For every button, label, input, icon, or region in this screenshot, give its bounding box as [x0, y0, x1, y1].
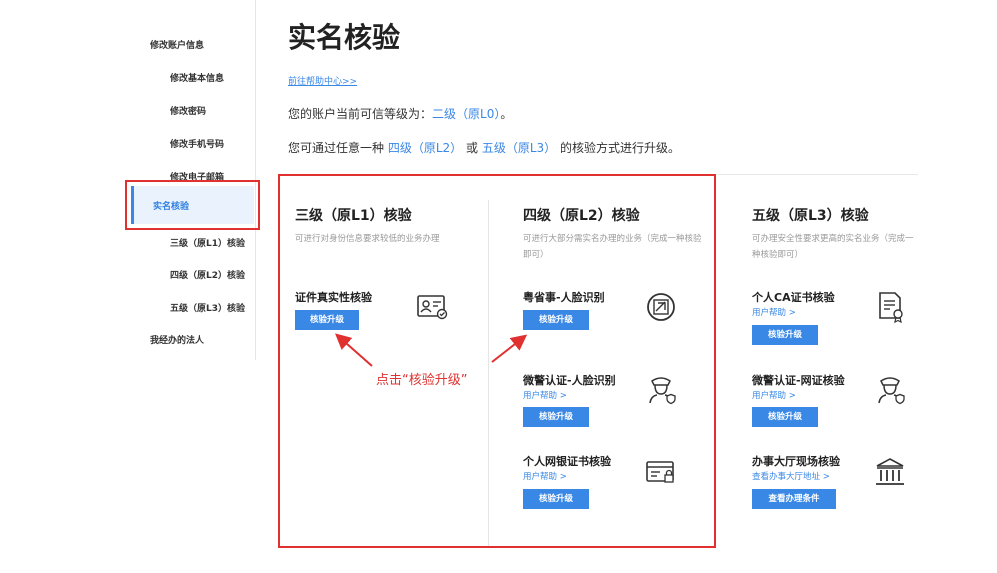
- l1-desc: 可进行对身份信息要求较低的业务办理: [295, 234, 440, 244]
- l3-method-3-name: 办事大厅现场核验: [752, 455, 840, 468]
- level-value: 二级（原L0）: [432, 107, 501, 121]
- sidebar-item-l3[interactable]: 五级（原L3）核验: [170, 301, 245, 314]
- sidebar-item-phone[interactable]: 修改手机号码: [170, 137, 224, 150]
- certificate-icon: [879, 292, 903, 324]
- l2-method-3-name: 个人网银证书核验: [523, 455, 611, 468]
- l2-method-2-name: 微警认证-人脸识别: [523, 374, 616, 387]
- l2-method-2-help-link[interactable]: 用户帮助 >: [523, 389, 567, 401]
- l2-desc: 可进行大部分需实名办理的业务（完成一种核验即可）: [523, 234, 702, 260]
- sidebar-item-account-info[interactable]: 修改账户信息: [150, 38, 204, 51]
- police-icon: [878, 377, 905, 405]
- l3-method-1-help-link[interactable]: 用户帮助 >: [752, 306, 796, 318]
- bank-card-icon: [646, 461, 674, 483]
- help-center-link[interactable]: 前往帮助中心>>: [288, 74, 357, 87]
- upgrade-or: 或: [466, 141, 479, 155]
- l1-method-name: 证件真实性核验: [295, 291, 372, 304]
- face-scan-icon: [647, 293, 675, 321]
- l3-method-2-name: 微警认证-网证核验: [752, 374, 845, 387]
- sidebar-item-legal-person[interactable]: 我经办的法人: [150, 333, 204, 346]
- current-level-text: 您的账户当前可信等级为：二级（原L0）。: [288, 105, 512, 122]
- l3-desc: 可办理安全性要求更高的实名业务（完成一种核验即可）: [752, 234, 914, 260]
- l2-method-3-button[interactable]: 核验升级: [523, 489, 589, 509]
- l3-view-conditions-button[interactable]: 查看办理条件: [752, 489, 836, 509]
- upgrade-prefix: 您可通过任意一种: [288, 141, 385, 155]
- upgrade-l3-link[interactable]: 五级（原L3）: [482, 141, 556, 155]
- sidebar-item-password[interactable]: 修改密码: [170, 104, 206, 117]
- hall-icon: [876, 458, 904, 485]
- l3-method-1-button[interactable]: 核验升级: [752, 325, 818, 345]
- l2-method-2-button[interactable]: 核验升级: [523, 407, 589, 427]
- level-suffix: 。: [500, 107, 513, 121]
- sidebar-item-l2[interactable]: 四级（原L2）核验: [170, 268, 245, 281]
- l2-method-1-button[interactable]: 核验升级: [523, 310, 589, 330]
- l2-method-3-help-link[interactable]: 用户帮助 >: [523, 470, 567, 482]
- level-prefix: 您的账户当前可信等级为：: [288, 107, 433, 121]
- column-divider: [488, 200, 489, 546]
- sidebar-item-real-name[interactable]: 实名核验: [131, 186, 254, 224]
- sidebar-item-email[interactable]: 修改电子邮箱: [170, 170, 224, 183]
- annotation-callout: 点击“核验升级”: [376, 373, 468, 388]
- l2-method-1-name: 粤省事-人脸识别: [523, 291, 605, 304]
- l3-method-2-button[interactable]: 核验升级: [752, 407, 818, 427]
- l3-method-3-help-link[interactable]: 查看办事大厅地址 >: [752, 470, 830, 482]
- police-icon: [649, 377, 676, 405]
- l2-title: 四级（原L2）核验: [523, 208, 640, 224]
- page-title: 实名核验: [288, 21, 401, 54]
- l3-title: 五级（原L3）核验: [752, 208, 869, 224]
- upgrade-hint-text: 您可通过任意一种 四级（原L2） 或 五级（原L3） 的核验方式进行升级。: [288, 139, 680, 156]
- upgrade-suffix: 的核验方式进行升级。: [560, 141, 681, 155]
- id-card-icon: [417, 295, 448, 320]
- sidebar-item-basic-info[interactable]: 修改基本信息: [170, 71, 224, 84]
- l3-method-1-name: 个人CA证书核验: [752, 291, 835, 304]
- sidebar-item-l1[interactable]: 三级（原L1）核验: [170, 236, 245, 249]
- l1-title: 三级（原L1）核验: [295, 208, 412, 224]
- divider: [716, 174, 918, 175]
- l3-method-2-help-link[interactable]: 用户帮助 >: [752, 389, 796, 401]
- sidebar-item-label: 实名核验: [153, 202, 190, 212]
- sidebar: 修改账户信息 修改基本信息 修改密码 修改手机号码 修改电子邮箱 实名核验 三级…: [0, 0, 256, 360]
- l1-verify-button[interactable]: 核验升级: [295, 310, 359, 330]
- upgrade-l2-link[interactable]: 四级（原L2）: [388, 141, 462, 155]
